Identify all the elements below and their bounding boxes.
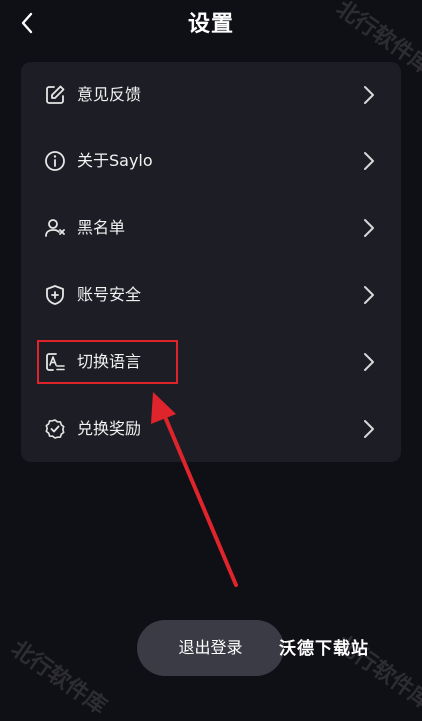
chevron-right-icon [364, 86, 374, 104]
language-icon [46, 353, 65, 371]
menu-item-switch-language[interactable]: 切换语言 [21, 329, 401, 395]
user-block-icon [45, 219, 65, 237]
info-icon [45, 151, 65, 171]
menu-item-label: 意见反馈 [77, 85, 142, 104]
header: 设置 [0, 0, 422, 46]
logout-button[interactable]: 退出登录 [137, 620, 284, 676]
badge-check-icon [45, 419, 65, 439]
menu-item-label: 账号安全 [77, 285, 142, 304]
edit-icon [46, 85, 65, 104]
menu-item-label: 兑换奖励 [77, 419, 142, 438]
chevron-right-icon [364, 286, 374, 304]
menu-item-blacklist[interactable]: 黑名单 [21, 195, 401, 261]
menu-item-feedback[interactable]: 意见反馈 [21, 62, 401, 128]
menu-item-about[interactable]: 关于Saylo [21, 128, 401, 194]
chevron-right-icon [364, 420, 374, 438]
watermark-brand: 北行软件库 [6, 636, 111, 720]
menu-item-account-security[interactable]: 账号安全 [21, 262, 401, 328]
shield-plus-icon [46, 285, 64, 305]
settings-menu-card: 意见反馈 关于Saylo 黑名单 账号安全 切换语言 兑换奖励 [21, 62, 401, 462]
chevron-right-icon [364, 353, 374, 371]
menu-item-label: 关于Saylo [77, 151, 153, 170]
chevron-right-icon [364, 219, 374, 237]
menu-item-redeem-rewards[interactable]: 兑换奖励 [21, 396, 401, 462]
menu-item-label: 切换语言 [77, 352, 142, 371]
watermark-site-name: 沃德下载站 [279, 639, 369, 659]
chevron-right-icon [364, 152, 374, 170]
menu-item-label: 黑名单 [77, 218, 126, 237]
page-title: 设置 [187, 12, 234, 37]
